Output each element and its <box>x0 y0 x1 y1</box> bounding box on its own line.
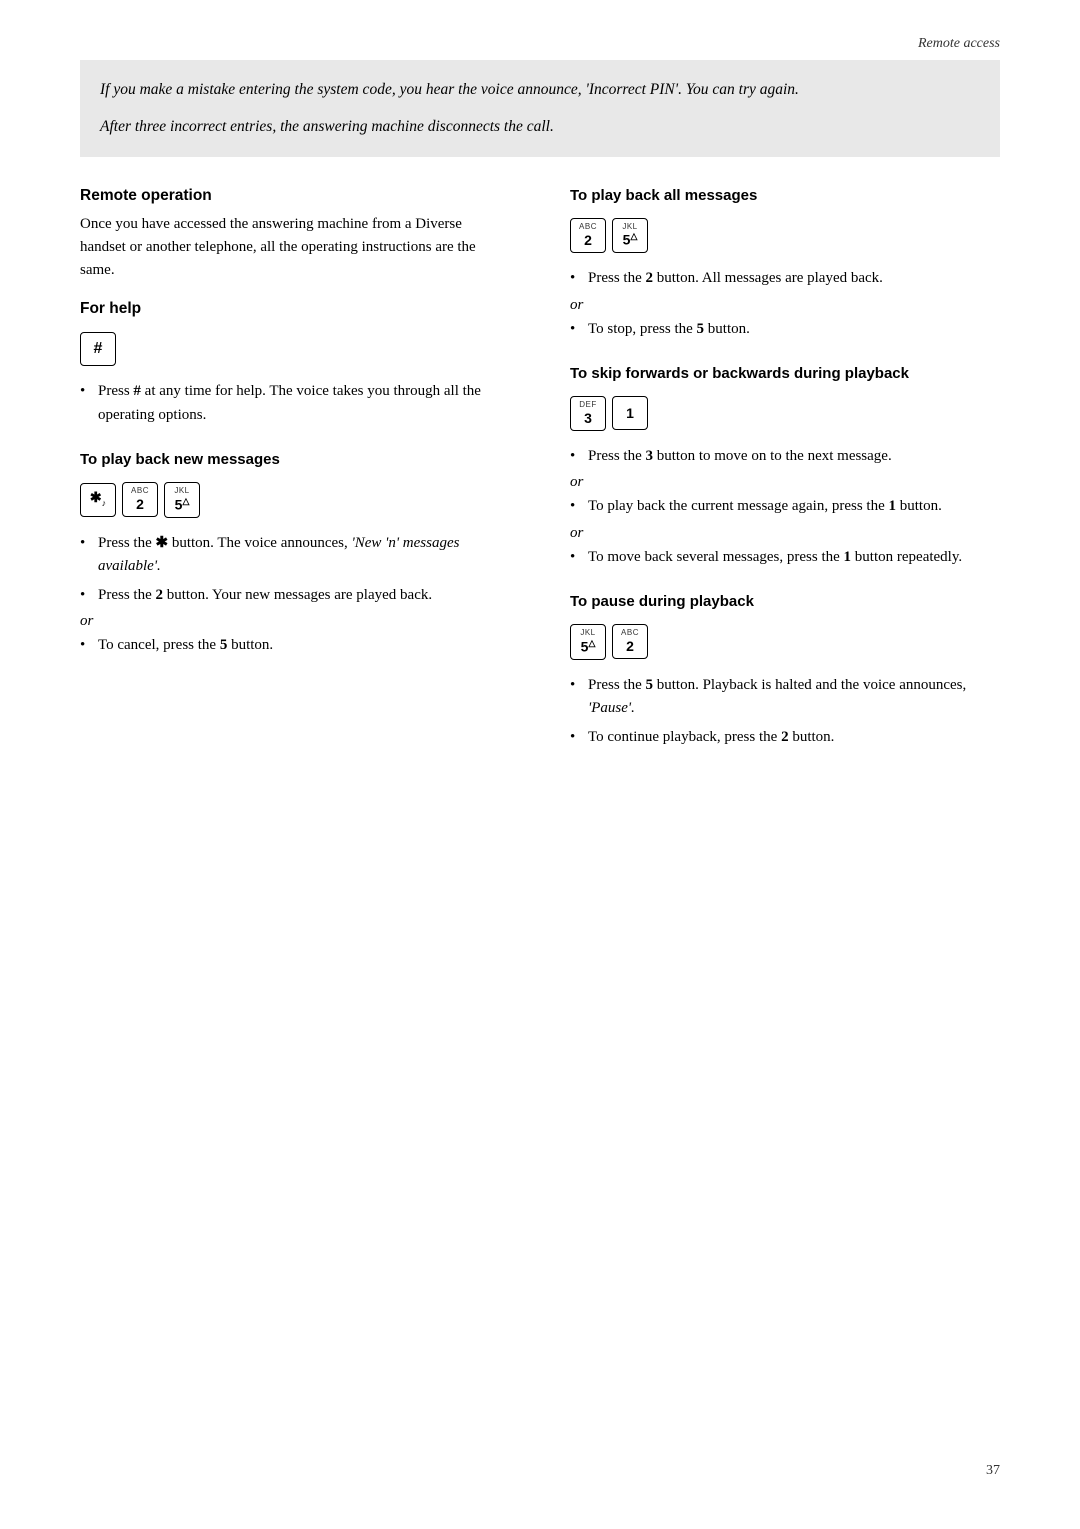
skip-forwards-button-row: DEF 3 1 <box>570 396 1000 431</box>
hash-key-button: # <box>80 332 116 366</box>
skip-forwards-list: Press the 3 button to move on to the nex… <box>570 445 1000 468</box>
shaded-info-box: If you make a mistake entering the syste… <box>80 60 1000 157</box>
play-back-new-bullet-3: To cancel, press the 5 button. <box>80 634 510 657</box>
play-back-new-bullet-1: Press the ✱ button. The voice announces,… <box>80 532 510 579</box>
page-header: Remote access <box>918 36 1000 52</box>
or-text-3: or <box>570 474 1000 491</box>
header-title: Remote access <box>918 36 1000 51</box>
or-text-1: or <box>80 613 510 630</box>
one-key-button: 1 <box>612 396 648 430</box>
skip-forwards-list-3: To move back several messages, press the… <box>570 546 1000 569</box>
skip-forwards-bullet-3: To move back several messages, press the… <box>570 546 1000 569</box>
skip-forwards-section: To skip forwards or backwards during pla… <box>570 365 1000 569</box>
play-back-all-button-row: ABC 2 JKL 5△ <box>570 218 1000 254</box>
five-key-button-new: JKL 5△ <box>164 482 200 518</box>
play-back-all-bullet-2: To stop, press the 5 button. <box>570 318 1000 341</box>
star-key-button: ✱♪ <box>80 483 116 517</box>
play-back-all-bullet-1: Press the 2 button. All messages are pla… <box>570 267 1000 290</box>
pause-playback-heading: To pause during playback <box>570 593 1000 610</box>
three-key-button: DEF 3 <box>570 396 606 431</box>
pause-playback-bullet-1: Press the 5 button. Playback is halted a… <box>570 674 1000 721</box>
play-back-new-button-row: ✱♪ ABC 2 JKL 5△ <box>80 482 510 518</box>
skip-forwards-list-2: To play back the current message again, … <box>570 495 1000 518</box>
play-back-new-bullet-2: Press the 2 button. Your new messages ar… <box>80 584 510 607</box>
play-back-new-list-2: To cancel, press the 5 button. <box>80 634 510 657</box>
pause-playback-list: Press the 5 button. Playback is halted a… <box>570 674 1000 750</box>
for-help-heading: For help <box>80 300 510 318</box>
for-help-bullet-1: Press # at any time for help. The voice … <box>80 380 510 427</box>
two-key-button-new: ABC 2 <box>122 482 158 517</box>
skip-forwards-bullet-2: To play back the current message again, … <box>570 495 1000 518</box>
two-key-button-pause: ABC 2 <box>612 624 648 659</box>
left-column: Remote operation Once you have accessed … <box>80 187 510 768</box>
remote-operation-body: Once you have accessed the answering mac… <box>80 213 510 283</box>
skip-forwards-heading: To skip forwards or backwards during pla… <box>570 365 1000 382</box>
five-key-button-pause: JKL 5△ <box>570 624 606 660</box>
play-back-all-list: Press the 2 button. All messages are pla… <box>570 267 1000 290</box>
for-help-section: For help # Press # at any time for help.… <box>80 300 510 427</box>
page-number: 37 <box>986 1463 1000 1479</box>
pause-playback-section: To pause during playback JKL 5△ ABC 2 Pr… <box>570 593 1000 750</box>
play-back-all-list-2: To stop, press the 5 button. <box>570 318 1000 341</box>
for-help-list: Press # at any time for help. The voice … <box>80 380 510 427</box>
for-help-button-row: # <box>80 332 510 366</box>
or-text-4: or <box>570 525 1000 542</box>
play-back-all-section: To play back all messages ABC 2 JKL 5△ P… <box>570 187 1000 341</box>
skip-forwards-bullet-1: Press the 3 button to move on to the nex… <box>570 445 1000 468</box>
remote-operation-heading: Remote operation <box>80 187 510 205</box>
main-layout: Remote operation Once you have accessed … <box>80 187 1000 768</box>
pause-playback-bullet-2: To continue playback, press the 2 button… <box>570 726 1000 749</box>
shaded-para-2: After three incorrect entries, the answe… <box>100 115 980 138</box>
remote-operation-section: Remote operation Once you have accessed … <box>80 187 510 283</box>
play-back-new-list: Press the ✱ button. The voice announces,… <box>80 532 510 608</box>
or-text-2: or <box>570 297 1000 314</box>
play-back-new-section: To play back new messages ✱♪ ABC 2 JKL 5… <box>80 451 510 658</box>
play-back-all-heading: To play back all messages <box>570 187 1000 204</box>
two-key-button-all: ABC 2 <box>570 218 606 253</box>
hash-bold: # <box>133 383 141 399</box>
shaded-para-1: If you make a mistake entering the syste… <box>100 78 980 101</box>
play-back-new-heading: To play back new messages <box>80 451 510 468</box>
five-key-button-all: JKL 5△ <box>612 218 648 254</box>
right-column: To play back all messages ABC 2 JKL 5△ P… <box>570 187 1000 768</box>
pause-playback-button-row: JKL 5△ ABC 2 <box>570 624 1000 660</box>
